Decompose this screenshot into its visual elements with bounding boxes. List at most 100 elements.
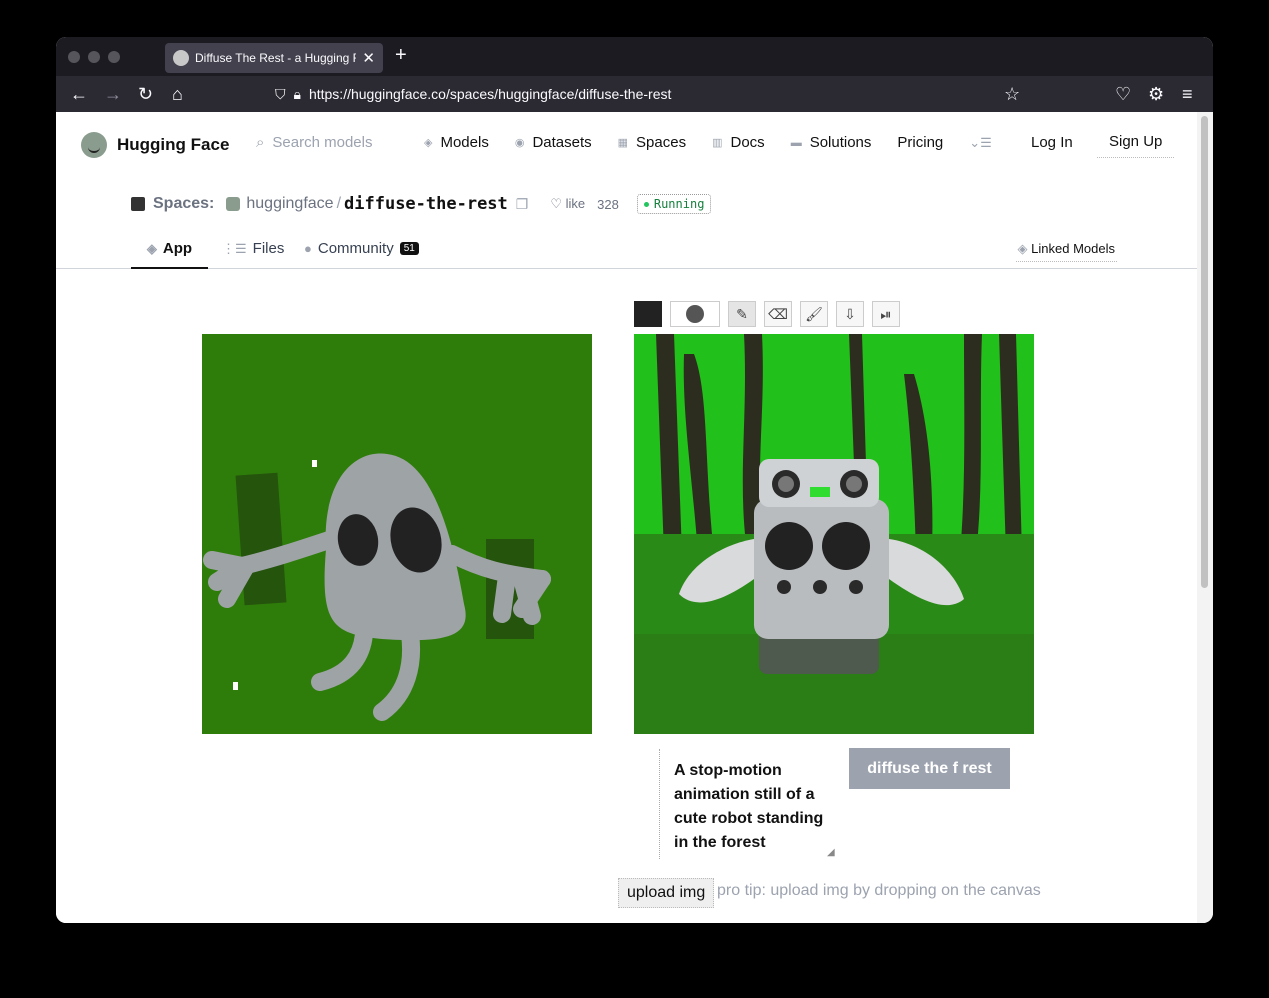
pocket-icon[interactable]: ♡	[1115, 82, 1131, 106]
minimize-window-icon[interactable]	[88, 51, 100, 63]
prompt-textarea[interactable]: A stop-motion animation still of a cute …	[659, 749, 839, 859]
site-header: Hugging Face ⌕ Search models ◈ Models ◉ Dat…	[56, 112, 1197, 178]
spaces-icon	[131, 197, 145, 211]
linked-models-label: Linked Models	[1031, 241, 1115, 256]
status-dot-icon	[643, 202, 649, 207]
lock-icon: 🔒︎	[293, 85, 301, 102]
color-swatch[interactable]	[634, 301, 662, 327]
tab-app-label: App	[162, 240, 193, 257]
path-separator: /	[336, 195, 342, 212]
nav-docs[interactable]: ▥ Docs	[712, 134, 765, 151]
heart-icon: ♡	[550, 196, 562, 211]
browser-window: Diffuse The Rest - a Hugging Fa ✕ + ← → …	[56, 37, 1213, 923]
nav-pricing[interactable]: Pricing	[897, 134, 943, 151]
play-pause-icon[interactable]: ⏯︎	[872, 301, 900, 327]
title-bar: Diffuse The Rest - a Hugging Fa ✕ +	[56, 37, 1213, 76]
new-tab-button[interactable]: +	[395, 44, 407, 67]
signup-button[interactable]: Sign Up	[1097, 126, 1175, 158]
nav-docs-label: Docs	[730, 134, 765, 151]
spaces-icon: ▦	[617, 137, 629, 149]
status-text: Running	[653, 197, 705, 211]
tab-files-label: Files	[252, 240, 285, 257]
hugging-face-emoji-icon	[81, 132, 107, 158]
linked-models-button[interactable]: ◈ Linked Models	[1015, 237, 1117, 262]
space-title-bar: Spaces: huggingface / diffuse-the-rest ❐…	[131, 194, 712, 214]
nav-datasets-label: Datasets	[532, 134, 592, 151]
nav-spaces-label: Spaces	[636, 134, 687, 151]
scrollbar-thumb[interactable]	[1201, 116, 1208, 588]
page-content: Hugging Face ⌕ Search models ◈ Models ◉ Dat…	[56, 112, 1197, 923]
space-owner-link[interactable]: huggingface	[246, 195, 333, 213]
like-button[interactable]: ♡ like	[550, 196, 585, 212]
url-text: https://huggingface.co/spaces/huggingfac…	[308, 86, 672, 102]
url-bar[interactable]: ⛉ 🔒︎ https://huggingface.co/spaces/huggi…	[275, 81, 1015, 107]
nav-models[interactable]: ◈ Models	[424, 134, 489, 151]
browser-tab[interactable]: Diffuse The Rest - a Hugging Fa ✕	[165, 43, 383, 73]
owner-avatar	[226, 197, 241, 211]
models-icon: ◈	[1017, 241, 1028, 256]
search-input[interactable]: ⌕ Search models	[256, 134, 372, 151]
nav-spaces[interactable]: ▦ Spaces	[618, 134, 686, 151]
like-label: like	[565, 196, 586, 211]
close-window-icon[interactable]	[68, 51, 80, 63]
logo-text: Hugging Face	[117, 135, 230, 154]
browser-toolbar: ← → ↻ ⌂ ⛉ 🔒︎ https://huggingface.co/spac…	[56, 76, 1213, 112]
diffuse-button[interactable]: diffuse the f rest	[849, 748, 1010, 789]
robot-image	[634, 334, 1034, 734]
fill-brush-tool-icon[interactable]: 🖌︎	[800, 301, 828, 327]
brush-tool-icon[interactable]: ✎	[728, 301, 756, 327]
main-nav: ◈ Models ◉ Datasets ▦ Spaces ▥ Docs ▬ Solutio…	[424, 134, 1018, 151]
space-name-link[interactable]: diffuse-the-rest	[344, 194, 508, 214]
tab-title: Diffuse The Rest - a Hugging Fa	[195, 51, 357, 65]
reload-icon[interactable]: ↻	[138, 82, 153, 106]
resize-handle-icon[interactable]: ◢	[827, 847, 839, 859]
models-icon: ◈	[424, 137, 433, 149]
search-icon: ⌕	[256, 134, 265, 151]
nav-models-label: Models	[440, 134, 489, 151]
back-icon[interactable]: ←	[70, 82, 88, 106]
tab-community[interactable]: ● Community 51	[304, 230, 419, 267]
login-link[interactable]: Log In	[1031, 134, 1073, 151]
sketch-drawing	[203, 334, 602, 734]
generated-image	[634, 334, 1034, 734]
maximize-window-icon[interactable]	[108, 51, 120, 63]
close-tab-icon[interactable]: ✕	[362, 49, 375, 67]
forward-icon[interactable]: →	[104, 82, 122, 106]
like-count: 328	[597, 196, 619, 212]
eraser-tool-icon[interactable]: ⌫	[764, 301, 792, 327]
hf-logo[interactable]: Hugging Face	[81, 132, 229, 158]
hamburger-icon[interactable]: ≡	[1182, 82, 1193, 106]
tab-files[interactable]: ⋮☰ Files	[222, 230, 284, 267]
status-badge: Running	[636, 194, 712, 214]
nav-solutions[interactable]: ▬ Solutions	[791, 134, 872, 151]
shield-icon: ⛉	[275, 85, 286, 102]
datasets-icon: ◉	[514, 137, 525, 149]
download-icon[interactable]: ⇩	[836, 301, 864, 327]
space-tabs: ◈ App ⋮☰ Files ● Community 51 ◈ Linked Model…	[56, 230, 1197, 269]
tab-app[interactable]: ◈ App	[131, 230, 208, 269]
brush-size-picker[interactable]	[670, 301, 720, 327]
gear-icon[interactable]: ⚙	[1148, 82, 1164, 106]
more-menu-icon[interactable]: ⌄☰	[969, 134, 992, 151]
app-icon: ◈	[146, 240, 157, 256]
solutions-icon: ▬	[790, 136, 802, 149]
files-icon: ⋮☰	[222, 240, 247, 256]
docs-icon: ▥	[712, 137, 723, 149]
community-icon: ●	[304, 241, 312, 256]
brush-size-dot-icon	[686, 305, 704, 323]
pro-tip-text: pro tip: upload img by dropping on the c…	[717, 882, 1041, 899]
page-scrollbar[interactable]	[1197, 112, 1213, 923]
copy-icon[interactable]: ❐	[516, 196, 529, 213]
drawing-toolbar: ✎ ⌫ 🖌︎ ⇩ ⏯︎	[634, 301, 908, 327]
spaces-label: Spaces:	[153, 195, 215, 212]
huggingface-favicon-icon	[173, 50, 189, 66]
nav-pricing-label: Pricing	[897, 134, 944, 151]
sketch-canvas[interactable]	[202, 334, 602, 734]
search-placeholder: Search models	[272, 134, 373, 151]
upload-img-button[interactable]: upload img	[618, 878, 715, 908]
community-count-badge: 51	[399, 242, 419, 255]
nav-datasets[interactable]: ◉ Datasets	[515, 134, 592, 151]
nav-solutions-label: Solutions	[809, 134, 872, 151]
star-icon[interactable]: ☆	[1004, 82, 1020, 106]
home-icon[interactable]: ⌂	[172, 82, 183, 106]
